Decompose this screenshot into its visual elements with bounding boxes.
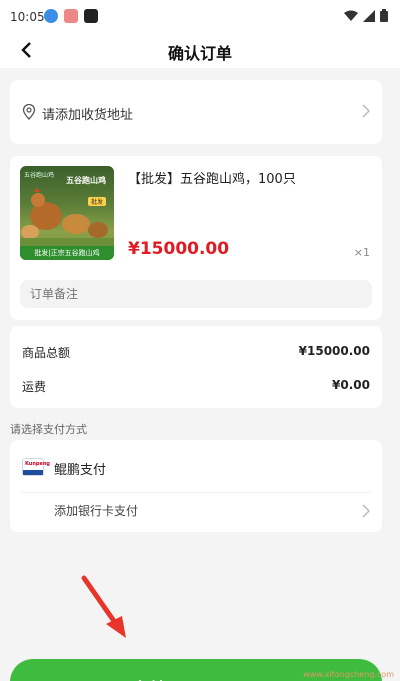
product-image: 五谷跑山鸡 五谷跑山鸡 批发 批发|正宗五谷跑山鸡 [20,166,114,260]
app-notification-icon [64,9,78,23]
system-icons [344,9,388,22]
payment-method-name[interactable]: 鲲鹏支付 [54,459,106,478]
product-price: ¥15000.00 [128,239,230,259]
wifi-icon [344,10,358,21]
divider [22,492,370,493]
goods-total-value: ¥15000.00 [298,344,370,358]
goods-total-label: 商品总额 [22,346,71,360]
location-pin-icon [22,104,36,120]
product-name: 【批发】五谷跑山鸡，100只 [128,172,296,187]
order-remark-input[interactable] [20,280,372,308]
payment-section-label: 请选择支付方式 [10,423,87,436]
app-notification-icon [84,9,98,23]
shipping-value: ¥0.00 [332,378,370,392]
add-address-row[interactable]: 请添加收货地址 [10,80,382,144]
download-icon [44,9,58,23]
page-title: 确认订单 [167,44,232,63]
top-bar: 确认订单 [0,34,400,68]
product-quantity: ×1 [353,246,370,259]
watermark: www.xitongcheng.com [303,670,394,679]
goods-total-row: 商品总额 ¥15000.00 [22,344,370,361]
shipping-label: 运费 [22,380,47,394]
status-bar: 10:05 [0,0,400,34]
chevron-right-icon [362,504,370,518]
price-summary: 商品总额 ¥15000.00 运费 ¥0.00 [10,326,382,408]
payment-methods: Kunpeng 鲲鹏支付 添加银行卡支付 [10,440,382,532]
status-time: 10:05 [10,10,45,24]
add-bank-card-option[interactable]: 添加银行卡支付 [54,502,138,519]
chevron-right-icon [362,104,370,118]
shipping-row: 运费 ¥0.00 [22,378,370,395]
add-address-label: 请添加收货地址 [42,108,134,123]
notification-icons [44,9,98,23]
image-band: 批发|正宗五谷跑山鸡 [20,246,114,260]
chicken-illustration [20,188,114,246]
battery-icon [380,9,388,22]
product-card: 五谷跑山鸡 五谷跑山鸡 批发 批发|正宗五谷跑山鸡 【批发】五谷跑山鸡，100只… [10,156,382,320]
red-arrow-annotation [81,575,126,638]
signal-icon [363,9,375,22]
kunpeng-pay-logo: Kunpeng [22,458,50,476]
